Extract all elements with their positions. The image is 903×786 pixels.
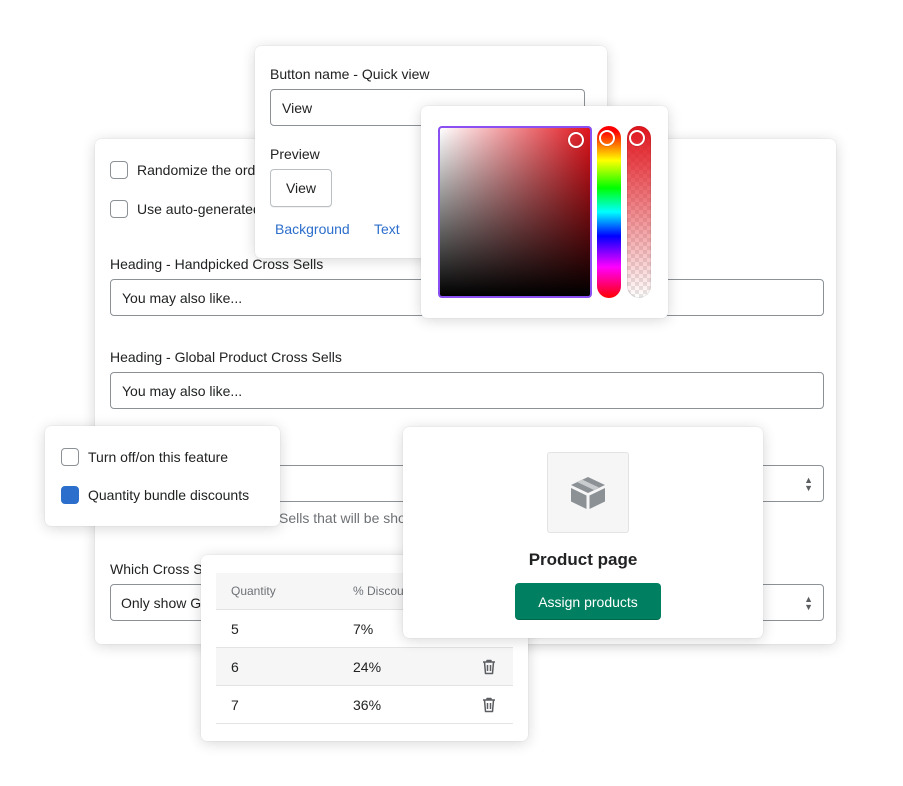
quantity-bundle-checkbox[interactable] (61, 486, 79, 504)
product-page-title: Product page (528, 550, 638, 569)
table-row: 6 24% (216, 648, 513, 686)
color-picker (421, 106, 668, 318)
feature-toggle-label: Turn off/on this feature (88, 449, 229, 465)
quantity-column-header: Quantity (231, 584, 276, 598)
feature-toggle-option[interactable]: Turn off/on this feature (61, 448, 228, 466)
randomize-order-option[interactable]: Randomize the orde (110, 161, 263, 179)
handpicked-heading-label: Heading - Handpicked Cross Sells (110, 256, 324, 272)
feature-toggles-card: Turn off/on this feature Quantity bundle… (45, 426, 280, 526)
product-page-card: Product page Assign products (403, 427, 763, 638)
text-color-link[interactable]: Text (374, 221, 400, 237)
global-heading-label: Heading - Global Product Cross Sells (110, 349, 342, 365)
table-row: 7 36% (216, 686, 513, 724)
product-thumbnail (547, 452, 629, 533)
saturation-brightness-area[interactable] (438, 126, 592, 298)
quantity-cell: 7 (231, 696, 239, 713)
randomize-order-checkbox[interactable] (110, 161, 128, 179)
discount-column-header: % Discou (353, 584, 404, 598)
alpha-handle[interactable] (629, 130, 645, 146)
global-heading-value: You may also like... (122, 382, 243, 399)
feature-toggle-checkbox[interactable] (61, 448, 79, 466)
discount-cell: 24% (353, 658, 382, 675)
delete-trash-icon[interactable] (482, 697, 496, 713)
randomize-order-label: Randomize the orde (137, 162, 264, 178)
quantity-bundle-label: Quantity bundle discounts (88, 487, 250, 503)
alpha-slider[interactable] (627, 126, 651, 298)
delete-trash-icon[interactable] (482, 659, 496, 675)
auto-generated-option[interactable]: Use auto-generated (110, 200, 261, 218)
hue-slider[interactable] (597, 126, 621, 298)
discount-cell: 36% (353, 696, 382, 713)
which-cross-sells-value: Only show Gl (121, 594, 205, 611)
preview-button[interactable]: View (270, 169, 332, 207)
preview-label: Preview (270, 146, 320, 162)
background-color-link[interactable]: Background (275, 221, 350, 237)
select-arrows-icon: ▲ ▼ (804, 593, 813, 612)
handpicked-heading-value: You may also like... (122, 289, 243, 306)
help-text: Sells that will be sho (279, 510, 406, 526)
select-arrows-icon: ▲ ▼ (804, 474, 813, 493)
package-icon (571, 476, 605, 509)
quantity-cell: 5 (231, 620, 239, 637)
button-name-value: View (282, 99, 313, 116)
quantity-cell: 6 (231, 658, 239, 675)
discount-cell: 7% (353, 620, 374, 637)
global-heading-input[interactable]: You may also like... (110, 372, 824, 409)
which-cross-sells-label: Which Cross S (110, 561, 203, 577)
assign-products-button[interactable]: Assign products (515, 583, 661, 620)
color-handle[interactable] (568, 132, 584, 148)
button-name-label: Button name - Quick view (270, 66, 430, 82)
auto-generated-checkbox[interactable] (110, 200, 128, 218)
hue-handle[interactable] (599, 130, 615, 146)
auto-generated-label: Use auto-generated (137, 201, 261, 217)
quantity-bundle-option[interactable]: Quantity bundle discounts (61, 486, 249, 504)
